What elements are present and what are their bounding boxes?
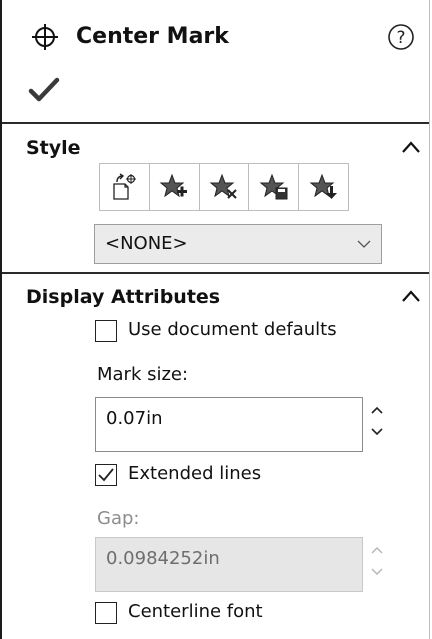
- checkmark-icon: [98, 468, 114, 482]
- gap-label: Gap:: [97, 508, 140, 529]
- gap-spinner[interactable]: [367, 540, 387, 590]
- spin-up-icon: [371, 406, 383, 414]
- panel-title: Center Mark: [76, 24, 229, 49]
- add-style-icon: [159, 173, 188, 198]
- style-section-title: Style: [26, 137, 81, 159]
- load-style-icon: [309, 173, 337, 199]
- style-toolbar: [99, 163, 349, 211]
- display-attributes-section-title: Display Attributes: [26, 286, 221, 308]
- centerline-font-label: Centerline font: [128, 601, 263, 622]
- separator: [2, 272, 429, 274]
- spin-down-icon: [371, 568, 383, 575]
- apply-style-button[interactable]: [100, 164, 150, 210]
- help-icon[interactable]: ?: [386, 22, 416, 52]
- delete-style-icon: [209, 173, 237, 199]
- mark-size-input[interactable]: 0.07in: [95, 397, 363, 452]
- chevron-down-icon: [357, 240, 371, 248]
- gap-input[interactable]: 0.0984252in: [95, 537, 363, 592]
- use-document-defaults-checkbox[interactable]: [95, 320, 117, 342]
- add-style-button[interactable]: [149, 164, 200, 210]
- extended-lines-checkbox[interactable]: [95, 464, 117, 486]
- style-dropdown[interactable]: <NONE>: [94, 224, 382, 264]
- save-style-button[interactable]: [249, 164, 300, 210]
- use-document-defaults-label: Use document defaults: [128, 319, 337, 340]
- apply-style-icon: [113, 173, 137, 200]
- title-bar: Center Mark ?: [2, 0, 429, 70]
- spin-down-icon: [371, 428, 383, 436]
- style-dropdown-value: <NONE>: [105, 233, 188, 254]
- spin-up-icon: [371, 547, 383, 554]
- checkmark-icon[interactable]: [28, 76, 60, 104]
- delete-style-button[interactable]: [199, 164, 250, 210]
- load-style-button[interactable]: [299, 164, 348, 210]
- center-mark-property-manager: Center Mark ? Style <NONE> Display Attri…: [0, 0, 430, 639]
- gap-value: 0.0984252in: [106, 548, 220, 569]
- chevron-up-icon[interactable]: [400, 140, 422, 154]
- extended-lines-label: Extended lines: [128, 463, 262, 484]
- mark-size-label: Mark size:: [97, 364, 189, 385]
- separator: [2, 122, 429, 124]
- centerline-font-checkbox[interactable]: [95, 602, 117, 624]
- svg-text:?: ?: [396, 28, 405, 48]
- center-mark-icon: [32, 24, 58, 50]
- mark-size-value: 0.07in: [106, 408, 163, 429]
- mark-size-spinner[interactable]: [367, 400, 387, 450]
- chevron-up-icon[interactable]: [400, 289, 422, 303]
- save-style-icon: [259, 173, 288, 200]
